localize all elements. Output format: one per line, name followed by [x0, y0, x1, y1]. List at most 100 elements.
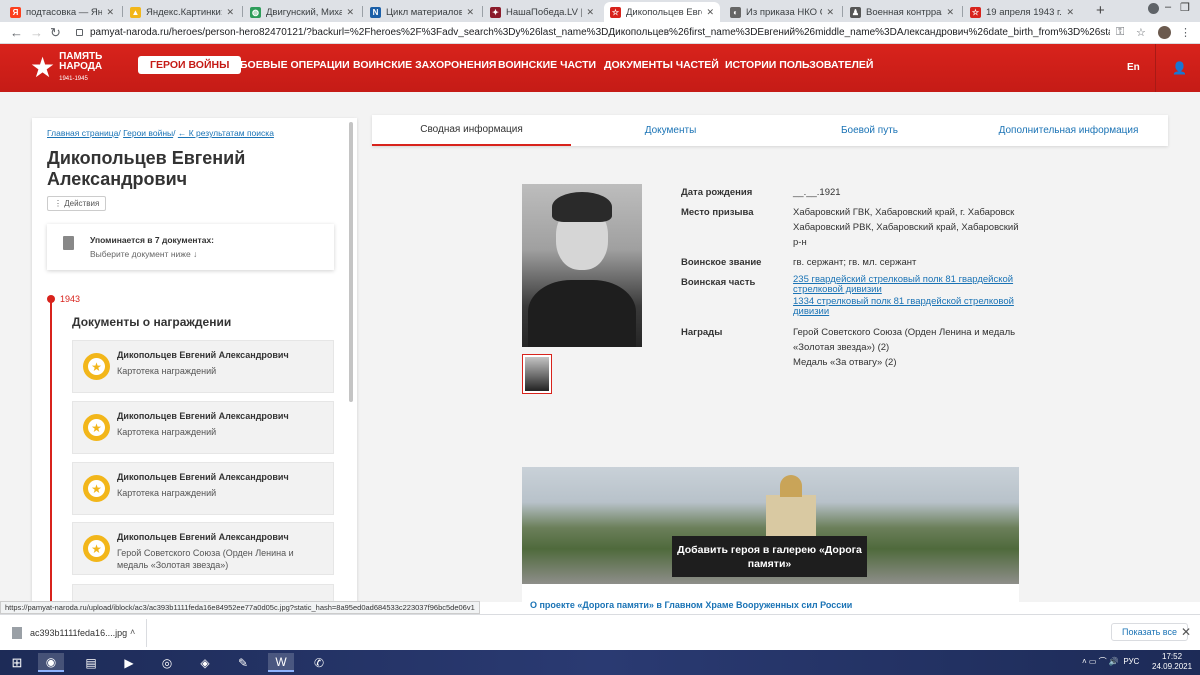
timeline-year: 1943 [60, 294, 81, 304]
clock-date: 24.09.2021 [1152, 662, 1193, 671]
tray-language[interactable]: РУС [1123, 657, 1139, 666]
unit-link-1334[interactable]: 1334 стрелковый полк 81 гвардейской стре… [793, 297, 1028, 317]
tab-close-icon[interactable]: ✕ [466, 7, 474, 18]
main-area: Главная страница/ Герои войны/ ← К резул… [0, 92, 1200, 610]
browser-tab[interactable]: Яподтасовка — Яндекс✕ [4, 2, 120, 22]
tab-favicon-icon: ◍ [250, 6, 261, 18]
browser-tab[interactable]: ✦ НашаПобеда.LV | Дит✕ [484, 2, 600, 22]
chrome-icon[interactable]: ◉ [38, 653, 64, 672]
paint-icon[interactable]: ✎ [230, 653, 256, 672]
award-card-desc: Герой Советского Союза (Орден Ленина и м… [117, 548, 294, 570]
nav-burials[interactable]: ВОИНСКИЕ ЗАХОРОНЕНИЯ [353, 59, 496, 71]
award-card[interactable]: ★ Дикопольцев Евгений Александрович Картот… [72, 462, 334, 515]
breadcrumb-home[interactable]: Главная страница [47, 128, 118, 138]
add-to-gallery-button[interactable]: Добавить героя в галерею «Дорога памяти» [672, 536, 867, 577]
tab-summary[interactable]: Сводная информация [372, 115, 571, 146]
close-icon[interactable]: ✕ [1181, 625, 1191, 639]
person-photo[interactable] [522, 184, 642, 347]
tab-search-icon[interactable] [1148, 3, 1159, 14]
browser-tab[interactable]: ♟ Военная контрразвед ✕ [844, 2, 960, 22]
tab-title: подтасовка — Яндекс [26, 6, 103, 18]
tab-close-icon[interactable]: ✕ [826, 7, 834, 18]
unit-links: 235 гвардейский стрелковый полк 81 гвард… [793, 275, 1028, 317]
award-card[interactable]: ★ Дикопольцев Евгений Александрович Картот… [72, 401, 334, 454]
download-bar: ac393b1111feda16....jpg ˄ Показать все ✕ [0, 614, 1200, 650]
edge-icon[interactable]: ◎ [154, 653, 180, 672]
tab-title: Цикл материалов «Ук [386, 6, 463, 18]
key-icon[interactable]: ⚿ [1116, 26, 1124, 39]
tab-close-icon[interactable]: ✕ [106, 7, 114, 18]
nav-heroes[interactable]: ГЕРОИ ВОЙНЫ [138, 56, 242, 74]
browser-tab[interactable]: N Цикл материалов «Ук✕ [364, 2, 480, 22]
new-tab-button[interactable]: + [1096, 2, 1105, 19]
forward-icon[interactable]: → [30, 25, 43, 40]
medal-icon: ★ [83, 475, 110, 502]
tab-title: Дикопольцев Евгений [626, 6, 702, 18]
content-tabs: Сводная информация Документы Боевой путь… [372, 115, 1168, 146]
tab-close-icon[interactable]: ✕ [346, 7, 354, 18]
back-icon[interactable]: ← [10, 25, 23, 40]
gallery-card: Добавить героя в галерею «Дорога памяти» [522, 467, 1019, 602]
chevron-up-icon[interactable]: ˄ [130, 627, 135, 637]
tab-favicon-icon: ☆ [610, 6, 621, 18]
browser-menu-icon[interactable]: ⋮ [1180, 26, 1191, 39]
browser-tab[interactable]: ☆ 19 апреля 1943 г. орг ✕ [964, 2, 1080, 22]
tab-close-icon[interactable]: ✕ [226, 7, 234, 18]
tab-documents[interactable]: Документы [571, 115, 770, 146]
nav-operations[interactable]: БОЕВЫЕ ОПЕРАЦИИ [240, 59, 350, 71]
tab-combat-path[interactable]: Боевой путь [770, 115, 969, 146]
yandex-browser-icon[interactable]: ◈ [192, 653, 218, 672]
word-icon[interactable]: W [268, 653, 294, 672]
media-player-icon[interactable]: ▶ [116, 653, 142, 672]
whatsapp-icon[interactable]: ✆ [306, 653, 332, 672]
tab-additional-info[interactable]: Дополнительная информация [969, 115, 1168, 146]
show-all-button[interactable]: Показать все [1111, 623, 1188, 641]
photo-thumbnail[interactable] [522, 354, 552, 394]
address-bar[interactable]: pamyat-naroda.ru/heroes/person-hero82470… [90, 27, 1110, 38]
tab-title: 19 апреля 1943 г. орг [986, 6, 1062, 18]
logo-line-2: НАРОДА [59, 61, 103, 72]
nav-units[interactable]: ВОИНСКИЕ ЧАСТИ [498, 59, 596, 71]
user-icon[interactable]: 👤 [1172, 61, 1187, 75]
tab-close-icon[interactable]: ✕ [1066, 7, 1074, 18]
rank-value: гв. сержант; гв. мл. сержант [793, 257, 917, 268]
star-logo-icon: ★ [30, 52, 56, 83]
nav-user-stories[interactable]: ИСТОРИИ ПОЛЬЗОВАТЕЛЕЙ [725, 59, 873, 71]
minimize-icon[interactable]: – [1165, 1, 1171, 13]
download-filename: ac393b1111feda16....jpg [30, 628, 128, 638]
browser-tab[interactable]: ◍ Двигунский, Михаил✕ [244, 2, 360, 22]
award-card-desc: Картотека награждений [117, 488, 217, 498]
tab-close-icon[interactable]: ✕ [706, 7, 714, 18]
breadcrumb-heroes[interactable]: Герои войны [123, 128, 173, 138]
sidebar-scrollbar[interactable] [349, 122, 353, 402]
breadcrumb-back-to-results[interactable]: ← К результатам поиска [178, 128, 274, 138]
tab-favicon-icon: N [370, 6, 381, 18]
mentions-box: Упоминается в 7 документах: Выберите док… [47, 224, 334, 270]
award-card[interactable]: ★ Дикопольцев Евгений Александрович Картот… [72, 340, 334, 393]
award-card-desc: Картотека награждений [117, 427, 217, 437]
browser-tab[interactable]: ◐ Из приказа НКО СССР ✕ [724, 2, 840, 22]
profile-avatar[interactable] [1158, 26, 1171, 39]
maximize-icon[interactable]: ❐ [1180, 1, 1190, 14]
gallery-about-link[interactable]: О проекте «Дорога памяти» в Главном Храм… [530, 600, 852, 610]
nav-unit-documents[interactable]: ДОКУМЕНТЫ ЧАСТЕЙ [604, 59, 719, 71]
site-logo[interactable]: ★ ПАМЯТЬ НАРОДА 1941-1945 [30, 52, 102, 84]
tab-close-icon[interactable]: ✕ [586, 7, 594, 18]
clock[interactable]: 17:52 24.09.2021 [1152, 652, 1192, 672]
award-card[interactable]: ★ Дикопольцев Евгений Александрович Герой … [72, 522, 334, 575]
bookmark-star-icon[interactable]: ☆ [1136, 26, 1146, 39]
browser-tab[interactable]: ▲ Яндекс.Картинки: пои✕ [124, 2, 240, 22]
actions-button[interactable]: ⋮ Действия [47, 196, 107, 211]
download-item[interactable]: ac393b1111feda16....jpg [12, 627, 127, 639]
tab-close-icon[interactable]: ✕ [946, 7, 954, 18]
language-switch[interactable]: En [1127, 62, 1140, 73]
browser-tab[interactable]: ☆ Дикопольцев Евгений ✕ [604, 2, 720, 22]
mentions-hint: Выберите документ ниже ↓ [90, 249, 198, 259]
reload-icon[interactable]: ↻ [50, 25, 61, 41]
windows-start-icon[interactable]: ⊞ [4, 653, 30, 672]
file-explorer-icon[interactable]: ▤ [78, 653, 104, 672]
tab-separator [962, 6, 963, 17]
tab-favicon-icon: ✦ [490, 6, 501, 18]
unit-link-235[interactable]: 235 гвардейский стрелковый полк 81 гвард… [793, 275, 1028, 295]
lock-icon[interactable] [76, 29, 83, 36]
